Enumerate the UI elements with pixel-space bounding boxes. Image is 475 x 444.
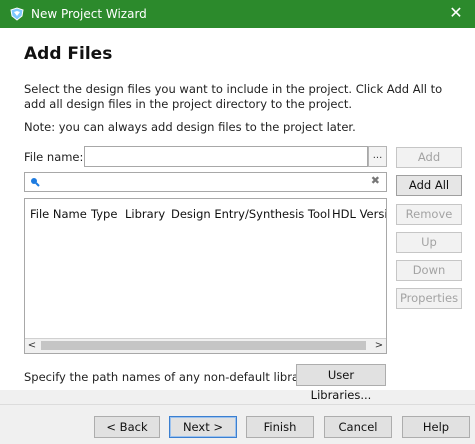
column-header-library[interactable]: Library xyxy=(125,207,165,221)
title-bar: New Project Wizard ✕ xyxy=(0,0,475,28)
user-libraries-button[interactable]: User Libraries... xyxy=(296,364,386,402)
add-files-panel: File name: ... ✖ File Name Type Library … xyxy=(0,140,475,402)
down-button[interactable]: Down xyxy=(396,260,462,281)
files-table[interactable]: File Name Type Library Design Entry/Synt… xyxy=(24,198,387,354)
next-button[interactable]: Next > xyxy=(169,416,237,438)
file-name-input[interactable] xyxy=(84,146,368,167)
column-header-design-entry-tool[interactable]: Design Entry/Synthesis Tool xyxy=(171,207,330,221)
add-button[interactable]: Add xyxy=(396,147,462,168)
scroll-left-icon[interactable]: < xyxy=(25,339,39,353)
back-button[interactable]: < Back xyxy=(94,416,160,438)
properties-button[interactable]: Properties xyxy=(396,288,462,309)
browse-button[interactable]: ... xyxy=(368,146,387,167)
libraries-label: Specify the path names of any non-defaul… xyxy=(24,370,324,384)
up-button[interactable]: Up xyxy=(396,232,462,253)
finish-button[interactable]: Finish xyxy=(246,416,314,438)
page-description: Select the design files you want to incl… xyxy=(24,82,443,111)
remove-button[interactable]: Remove xyxy=(396,204,462,225)
column-header-file-name[interactable]: File Name xyxy=(30,207,87,221)
close-icon[interactable]: ✕ xyxy=(447,4,465,22)
file-name-label: File name: xyxy=(24,150,84,164)
page-note: Note: you can always add design files to… xyxy=(24,120,356,134)
cancel-button[interactable]: Cancel xyxy=(324,416,392,438)
page-title: Add Files xyxy=(24,44,113,64)
column-header-hdl-version[interactable]: HDL Versi xyxy=(332,207,386,221)
footer-divider xyxy=(0,404,475,405)
column-header-type[interactable]: Type xyxy=(91,207,117,221)
help-button[interactable]: Help xyxy=(402,416,470,438)
add-all-button[interactable]: Add All xyxy=(396,175,462,196)
wizard-app-icon xyxy=(10,7,24,21)
search-field[interactable]: ✖ xyxy=(24,172,387,192)
scroll-right-icon[interactable]: > xyxy=(372,339,386,353)
horizontal-scrollbar[interactable]: < > xyxy=(25,338,386,353)
page-header: Add Files Select the design files you wa… xyxy=(0,28,475,140)
search-icon xyxy=(31,178,40,187)
scrollbar-thumb[interactable] xyxy=(41,341,366,350)
clear-search-icon[interactable]: ✖ xyxy=(371,174,380,187)
window-title: New Project Wizard xyxy=(31,7,147,21)
